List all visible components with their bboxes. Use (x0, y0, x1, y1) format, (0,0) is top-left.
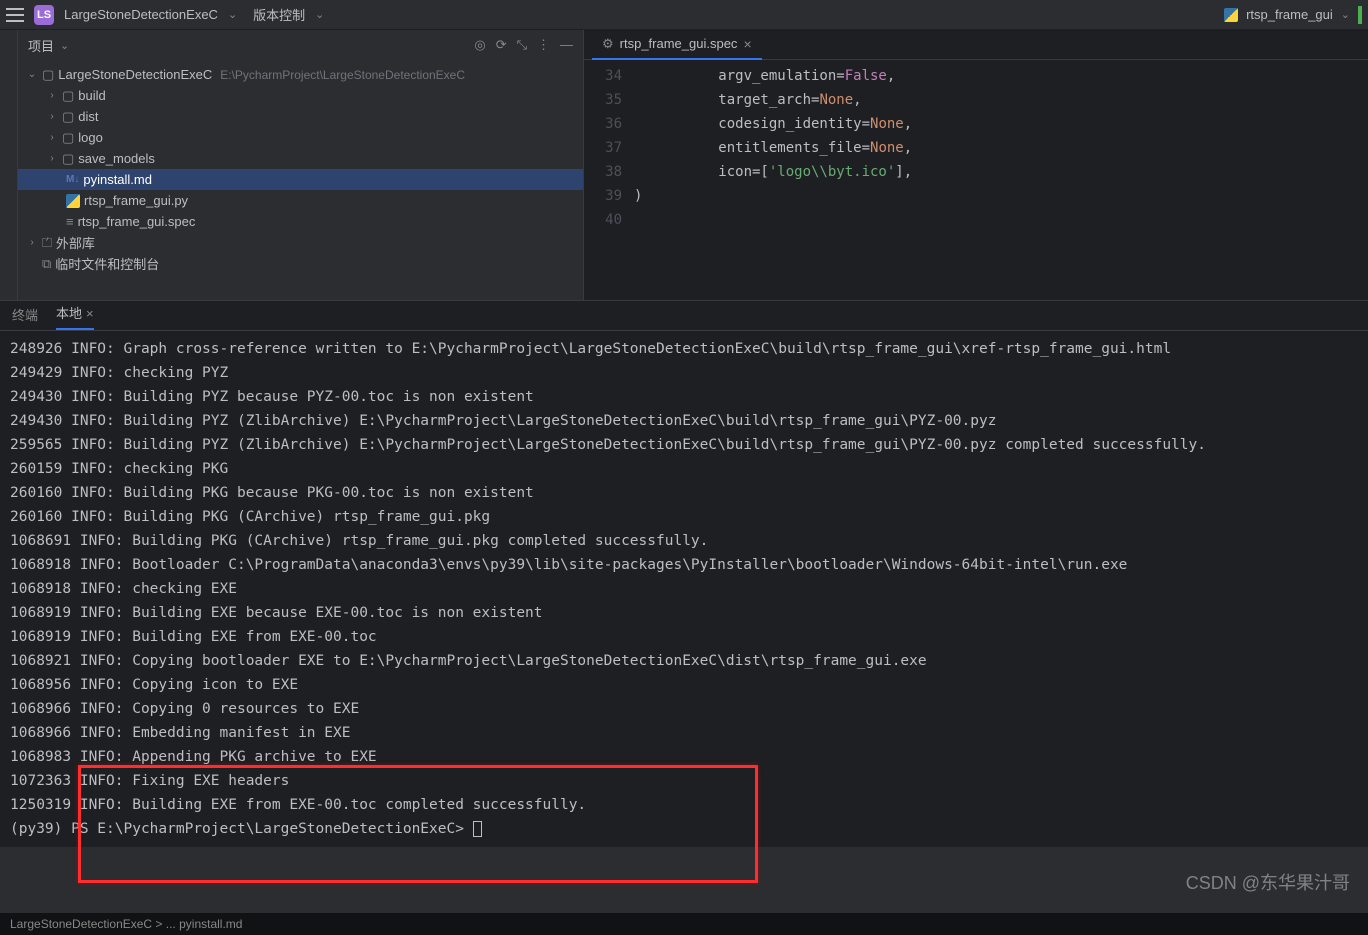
tree-label: 临时文件和控制台 (55, 254, 159, 273)
tree-folder-logo[interactable]: › ▢ logo (18, 127, 583, 148)
tree-folder-build[interactable]: › ▢ build (18, 85, 583, 106)
collapse-icon[interactable]: ⤡ (517, 37, 527, 53)
python-icon (66, 194, 80, 208)
refresh-icon[interactable]: ⟳ (496, 37, 507, 53)
terminal-output[interactable]: 248926 INFO: Graph cross-reference writt… (0, 331, 1368, 847)
close-icon[interactable]: × (86, 306, 94, 321)
run-indicator[interactable] (1358, 6, 1362, 24)
code-lines[interactable]: argv_emulation=False, target_arch=None, … (634, 64, 912, 232)
markdown-icon: M↓ (66, 174, 79, 185)
more-icon[interactable]: ⋮ (537, 37, 550, 53)
library-icon: ⏍ (42, 235, 52, 251)
tree-label: 外部库 (56, 233, 95, 252)
project-tree[interactable]: ⌄ ▢ LargeStoneDetectionExeC E:\PycharmPr… (18, 60, 583, 278)
minimize-icon[interactable]: — (560, 37, 573, 53)
editor-tab-spec[interactable]: ⚙ rtsp_frame_gui.spec × (592, 30, 762, 60)
tree-label: rtsp_frame_gui.py (84, 193, 188, 208)
chevron-down-icon[interactable]: ⌄ (60, 39, 69, 52)
chevron-right-icon[interactable]: › (26, 237, 38, 248)
tree-label: logo (78, 130, 103, 145)
tab-label: rtsp_frame_gui.spec (620, 36, 738, 51)
tree-scratches[interactable]: ⧉ 临时文件和控制台 (18, 253, 583, 274)
folder-icon: ▢ (42, 67, 54, 83)
folder-icon: ▢ (62, 151, 74, 167)
tree-label: build (78, 88, 105, 103)
project-badge: LS (34, 5, 54, 25)
file-icon: ≡ (66, 214, 74, 229)
tree-file-pyinstall-md[interactable]: M↓ pyinstall.md (18, 169, 583, 190)
close-icon[interactable]: × (743, 36, 751, 52)
tree-folder-save-models[interactable]: › ▢ save_models (18, 148, 583, 169)
terminal-tab-header[interactable]: 终端 (12, 305, 38, 330)
chevron-down-icon[interactable]: ⌄ (315, 8, 324, 21)
tree-label: dist (78, 109, 98, 124)
chevron-right-icon[interactable]: › (46, 132, 58, 143)
code-editor[interactable]: 3435 3637 3839 40 argv_emulation=False, … (584, 60, 1368, 232)
tree-external-libs[interactable]: › ⏍ 外部库 (18, 232, 583, 253)
folder-icon: ▢ (62, 130, 74, 146)
project-panel-title: 项目 (28, 36, 54, 55)
chevron-down-icon[interactable]: ⌄ (228, 8, 237, 21)
run-config-name[interactable]: rtsp_frame_gui (1246, 7, 1333, 22)
chevron-down-icon[interactable]: ⌄ (1341, 8, 1350, 21)
folder-icon: ▢ (62, 88, 74, 104)
watermark: CSDN @东华果汁哥 (1186, 869, 1350, 895)
tool-strip-left[interactable] (0, 30, 18, 300)
tree-root[interactable]: ⌄ ▢ LargeStoneDetectionExeC E:\PycharmPr… (18, 64, 583, 85)
terminal-tool-window: 终端 本地× 248926 INFO: Graph cross-referenc… (0, 300, 1368, 847)
tree-folder-dist[interactable]: › ▢ dist (18, 106, 583, 127)
tree-file-rtsp-py[interactable]: rtsp_frame_gui.py (18, 190, 583, 211)
scratch-icon: ⧉ (42, 256, 51, 272)
chevron-right-icon[interactable]: › (46, 90, 58, 101)
chevron-right-icon[interactable]: › (46, 153, 58, 164)
project-name[interactable]: LargeStoneDetectionExeC (64, 7, 218, 22)
tree-path: E:\PycharmProject\LargeStoneDetectionExe… (220, 68, 465, 82)
project-tool-window: 项目 ⌄ ◎ ⟳ ⤡ ⋮ — ⌄ ▢ LargeStoneDetectionEx… (18, 30, 583, 300)
title-bar: LS LargeStoneDetectionExeC ⌄ 版本控制 ⌄ rtsp… (0, 0, 1368, 30)
vcs-menu[interactable]: 版本控制 (253, 5, 305, 24)
folder-icon: ▢ (62, 109, 74, 125)
tree-label: LargeStoneDetectionExeC (58, 67, 212, 82)
gear-icon: ⚙ (602, 36, 614, 52)
tree-label: pyinstall.md (83, 172, 152, 187)
terminal-tab-local[interactable]: 本地× (56, 303, 94, 330)
tree-label: save_models (78, 151, 155, 166)
tree-file-rtsp-spec[interactable]: ≡ rtsp_frame_gui.spec (18, 211, 583, 232)
chevron-down-icon[interactable]: ⌄ (26, 69, 38, 80)
editor-gutter: 3435 3637 3839 40 (584, 64, 634, 232)
chevron-right-icon[interactable]: › (46, 111, 58, 122)
python-icon (1224, 8, 1238, 22)
tree-label: rtsp_frame_gui.spec (78, 214, 196, 229)
target-icon[interactable]: ◎ (474, 37, 485, 53)
editor-panel: ⚙ rtsp_frame_gui.spec × 3435 3637 3839 4… (583, 30, 1368, 300)
main-menu-icon[interactable] (6, 8, 24, 22)
status-bar: LargeStoneDetectionExeC > ... pyinstall.… (0, 913, 1368, 935)
